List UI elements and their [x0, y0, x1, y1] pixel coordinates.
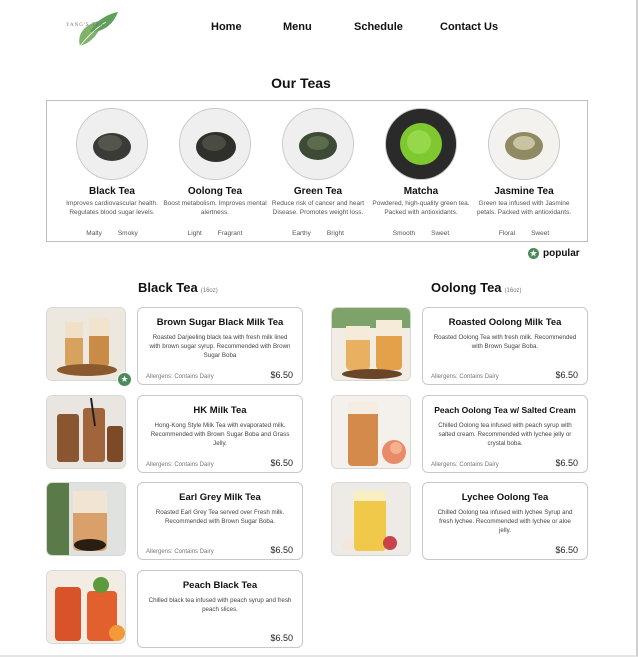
tea-name: Matcha: [403, 186, 439, 197]
item-description: Hong-Kong Style Milk Tea with evaporated…: [150, 422, 290, 447]
menu-card[interactable]: Roasted Oolong Milk Tea Roasted Oolong T…: [422, 307, 588, 385]
item-allergens: Allergens: Contains Dairy: [146, 374, 214, 380]
menu-card[interactable]: Earl Grey Milk Tea Roasted Earl Grey Tea…: [137, 482, 303, 560]
category-title: Black Tea: [138, 280, 198, 295]
product-image-roasted-oolong[interactable]: [331, 307, 411, 381]
nav-schedule[interactable]: Schedule: [354, 21, 403, 33]
item-name: Roasted Oolong Milk Tea: [448, 317, 562, 328]
green-tea-image: [282, 108, 354, 180]
tea-tags: Earthy Bright: [266, 230, 370, 237]
popular-legend: ★ popular: [528, 248, 580, 259]
menu-card[interactable]: Brown Sugar Black Milk Tea Roasted Darje…: [137, 307, 303, 385]
tea-tag: Light: [187, 230, 202, 237]
tea-description: Powdered, high-quality green tea. Packed…: [372, 200, 470, 216]
black-tea-heading: Black Tea (16oz): [138, 280, 218, 295]
tea-name: Green Tea: [293, 186, 343, 197]
tea-card-oolong: Oolong Tea Boost metabolism. Improves me…: [163, 108, 267, 237]
item-description: Roasted Darjeeling black tea with fresh …: [149, 334, 291, 359]
main-nav: Home Menu Schedule Contact Us: [0, 21, 638, 35]
nav-menu[interactable]: Menu: [283, 21, 312, 33]
item-name: Peach Oolong Tea w/ Salted Cream: [434, 405, 576, 415]
tea-card-jasmine: Jasmine Tea Green tea infused with Jasmi…: [472, 108, 576, 237]
tea-name: Jasmine Tea: [494, 186, 554, 197]
matcha-image: [385, 108, 457, 180]
item-price: $6.50: [555, 370, 578, 380]
tea-description: Boost metabolism. Improves mental alertn…: [163, 200, 267, 216]
product-image-earl-grey[interactable]: [46, 482, 126, 556]
oolong-tea-heading: Oolong Tea (16oz): [431, 280, 522, 295]
tea-tag: Smoky: [117, 230, 138, 237]
item-price: $6.50: [270, 545, 293, 555]
item-allergens: Allergens: Contains Dairy: [431, 462, 499, 468]
menu-card[interactable]: HK Milk Tea Hong-Kong Style Milk Tea wit…: [137, 395, 303, 473]
item-description: Chilled Oolong tea infused with lychee S…: [437, 509, 573, 534]
category-title: Oolong Tea: [431, 280, 502, 295]
tea-tags: Malty Smoky: [60, 230, 164, 237]
tea-card-black: Black Tea Improves cardiovascular health…: [60, 108, 164, 237]
item-description: Chilled Oolong tea infused with peach sy…: [438, 422, 572, 447]
black-tea-image: [76, 108, 148, 180]
nav-contact-us[interactable]: Contact Us: [440, 21, 498, 33]
item-name: Brown Sugar Black Milk Tea: [156, 317, 284, 328]
item-price: $6.50: [270, 370, 293, 380]
our-teas-title: Our Teas: [271, 75, 331, 91]
tea-tag: Bright: [326, 230, 344, 237]
nav-home[interactable]: Home: [211, 21, 242, 33]
menu-card[interactable]: Lychee Oolong Tea Chilled Oolong tea inf…: [422, 482, 588, 560]
tea-tag: Floral: [498, 230, 516, 237]
item-price: $6.50: [555, 458, 578, 468]
item-description: Chilled black tea infused with peach syr…: [148, 597, 292, 613]
product-image-peach-black-tea[interactable]: [46, 570, 126, 644]
oolong-tea-image: [179, 108, 251, 180]
menu-card[interactable]: Peach Oolong Tea w/ Salted Cream Chilled…: [422, 395, 588, 473]
item-price: $6.50: [270, 458, 293, 468]
item-price: $6.50: [555, 545, 578, 555]
product-image-lychee-oolong[interactable]: [331, 482, 411, 556]
star-icon: ★: [528, 248, 539, 259]
tea-name: Black Tea: [89, 186, 135, 197]
tea-card-matcha: Matcha Powdered, high-quality green tea.…: [369, 108, 473, 237]
tea-tags: Floral Sweet: [472, 230, 576, 237]
tea-tag: Malty: [86, 230, 102, 237]
product-image-hk-milk-tea[interactable]: [46, 395, 126, 469]
item-name: HK Milk Tea: [193, 405, 247, 416]
product-image-peach-oolong[interactable]: [331, 395, 411, 469]
item-allergens: Allergens: Contains Dairy: [431, 374, 499, 380]
tea-description: Green tea infused with Jasmine petals. P…: [476, 200, 572, 216]
item-name: Lychee Oolong Tea: [461, 492, 549, 503]
product-image-brown-sugar[interactable]: [46, 307, 126, 381]
tea-tag: Sweet: [431, 230, 450, 237]
item-allergens: Allergens: Contains Dairy: [146, 549, 214, 555]
jasmine-tea-image: [488, 108, 560, 180]
item-allergens: Allergens: Contains Dairy: [146, 462, 214, 468]
our-teas-panel: Black Tea Improves cardiovascular health…: [46, 100, 588, 242]
tea-tags: Light Fragrant: [163, 230, 267, 237]
tea-tag: Sweet: [531, 230, 550, 237]
tea-name: Oolong Tea: [187, 186, 243, 197]
item-description: Roasted Oolong Tea with fresh milk. Reco…: [433, 334, 577, 350]
category-size: (16oz): [504, 288, 522, 294]
item-price: $6.50: [270, 633, 293, 643]
popular-label: popular: [543, 248, 580, 259]
tea-tag: Earthy: [292, 230, 311, 237]
category-size: (16oz): [200, 288, 218, 294]
item-description: Roasted Earl Grey Tea served over Fresh …: [155, 509, 285, 525]
menu-card[interactable]: Peach Black Tea Chilled black tea infuse…: [137, 570, 303, 648]
tea-description: Improves cardiovascular health. Regulate…: [66, 200, 158, 216]
item-name: Earl Grey Milk Tea: [179, 492, 261, 503]
tea-tag: Fragrant: [217, 230, 243, 237]
tea-card-green: Green Tea Reduce risk of cancer and hear…: [266, 108, 370, 237]
popular-star-icon: ★: [117, 372, 132, 387]
tea-tags: Smooth Sweet: [369, 230, 473, 237]
item-name: Peach Black Tea: [182, 580, 258, 591]
tea-description: Reduce risk of cancer and heart Disease.…: [271, 200, 365, 216]
tea-tag: Smooth: [392, 230, 416, 237]
